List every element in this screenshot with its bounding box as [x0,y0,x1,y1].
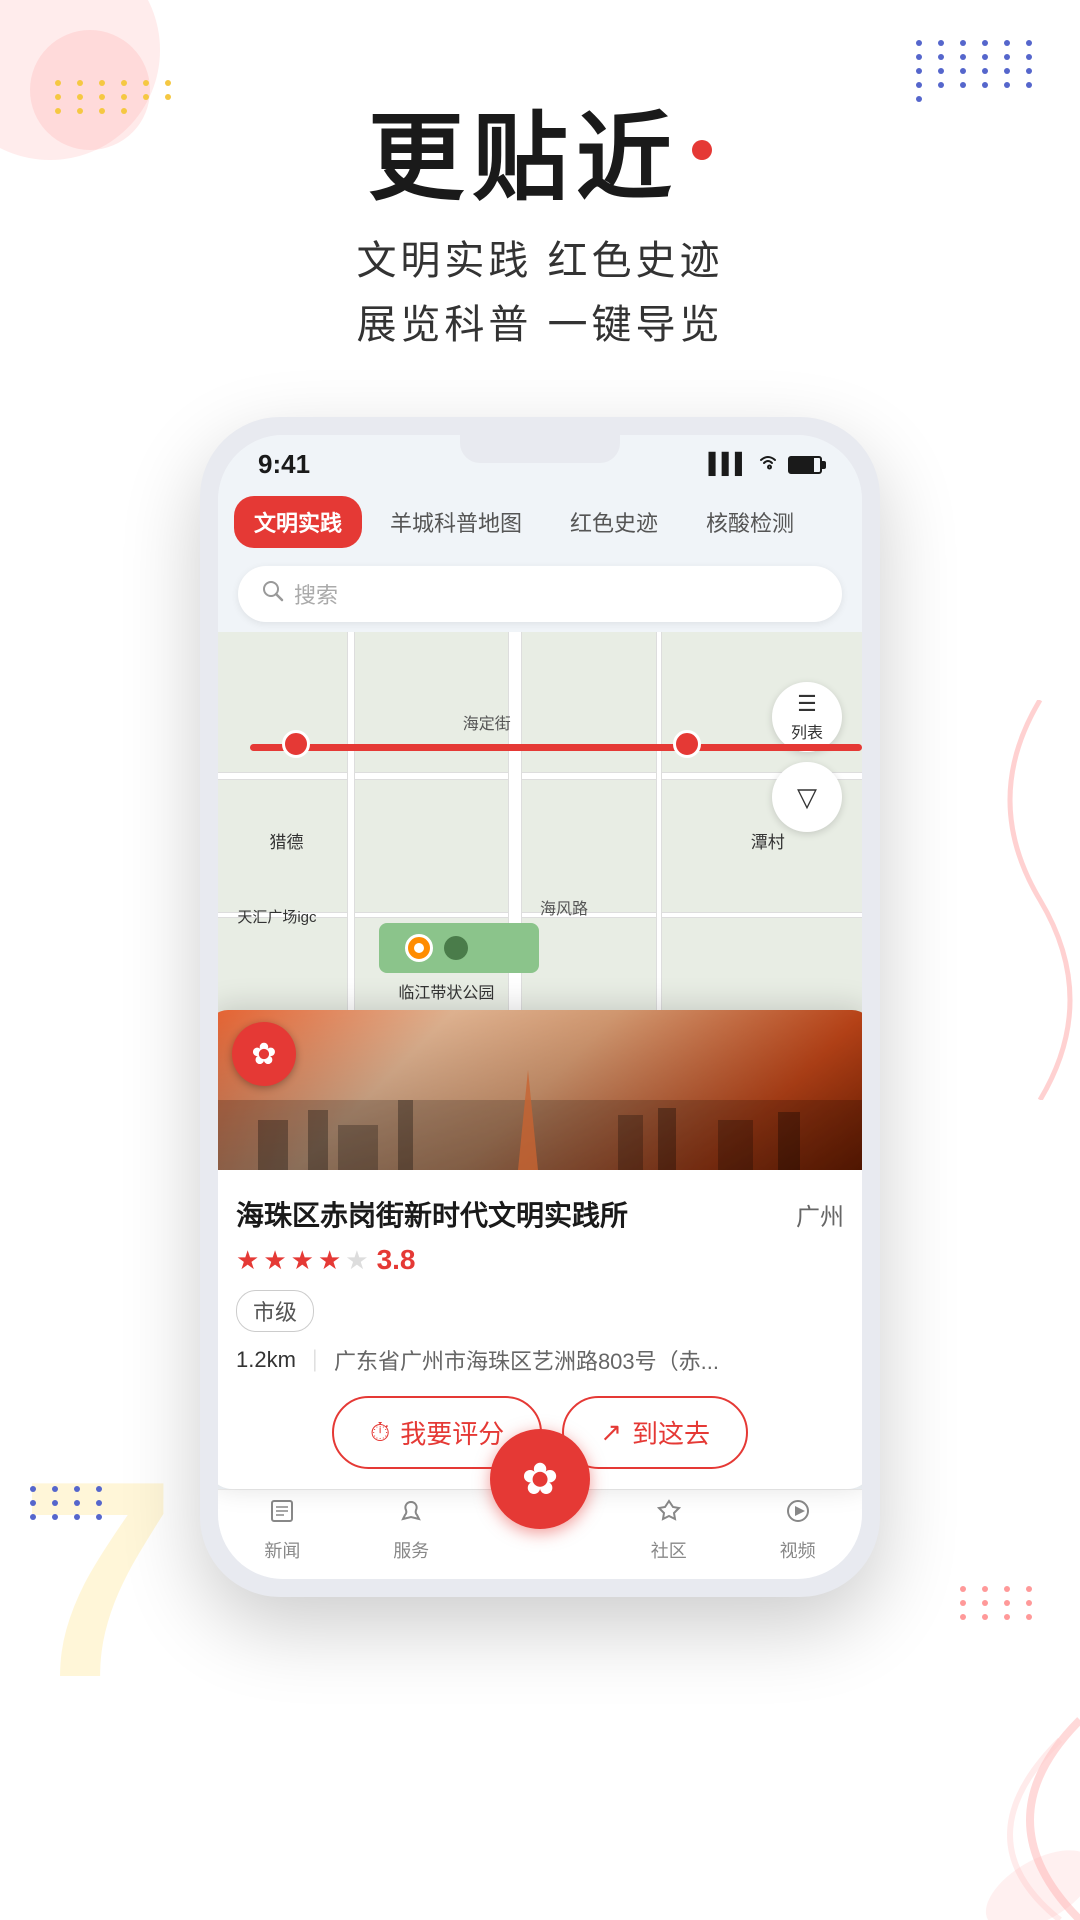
card-level-text: 市级 [236,1290,314,1332]
headline-text: 更贴近 [368,80,680,219]
tab-hejian[interactable]: 核酸检测 [686,496,814,548]
map-list-button[interactable]: ☰ 列表 [772,682,842,752]
subtitle: 文明实践 红色史迹 展览科普 一键导览 [356,229,723,357]
service-label: 服务 [393,1537,429,1563]
status-icons: ▌▌▌ [708,453,822,477]
map-label-liede: 猎德 [270,828,304,853]
phone-mockup: 9:41 ▌▌▌ 文明实践 羊城科普地图 红色史迹 [200,417,880,1597]
tab-bar[interactable]: 文明实践 羊城科普地图 红色史迹 核酸检测 [218,488,862,556]
map-label-park: 临江带状公园 [398,979,494,1003]
battery-icon [788,456,822,474]
card-divider: ｜ [304,1344,326,1376]
tab-hongse[interactable]: 红色史迹 [550,496,678,548]
news-icon [268,1497,296,1533]
nav-item-service[interactable]: 服务 [361,1497,461,1563]
card-rating-number: 3.8 [377,1244,416,1276]
tab-yangcheng[interactable]: 羊城科普地图 [370,496,542,548]
star-2: ★ [263,1245,286,1276]
card-distance: 1.2km [236,1347,296,1373]
map-nav-toggle-button[interactable]: ▽ [772,762,842,832]
card-city: 广州 [796,1197,844,1232]
star-1: ★ [236,1245,259,1276]
navigate-button[interactable]: ↗ 到这去 [562,1396,748,1469]
map-label-haidingstreet: 海定街 [463,710,511,734]
card-title-row: 海珠区赤岗街新时代文明实践所 广州 [236,1194,844,1234]
phone-screen: 9:41 ▌▌▌ 文明实践 羊城科普地图 红色史迹 [218,435,862,1579]
card-address-text: 广东省广州市海珠区艺洲路803号（赤... [334,1344,719,1376]
tab-wenming[interactable]: 文明实践 [234,496,362,548]
card-title: 海珠区赤岗街新时代文明实践所 [236,1194,628,1234]
wifi-icon [756,453,780,477]
video-icon [784,1497,812,1533]
star-3: ★ [291,1245,314,1276]
community-icon [655,1497,683,1533]
video-label: 视频 [780,1537,816,1563]
list-icon: ☰ [797,691,817,717]
nav-item-video[interactable]: 视频 [748,1497,848,1563]
map-location-marker [405,934,433,962]
main-content: 更贴近 文明实践 红色史迹 展览科普 一键导览 9:41 ▌▌▌ [0,0,1080,1597]
search-bar[interactable]: 搜索 [238,566,842,622]
map-metro-line-red [250,744,862,751]
nav-toggle-icon: ▽ [797,782,817,813]
rate-icon: ⏱ [370,1417,390,1449]
map-label-tancun: 潭村 [751,828,785,853]
map-park [379,923,539,973]
location-detail-card[interactable]: ✿ 海珠区赤岗街新时代文明实践所 广州 ★ ★ [218,1010,862,1489]
card-logo-icon: ✿ [251,1037,276,1072]
skyline-svg [218,1070,862,1170]
card-logo-circle: ✿ [232,1022,296,1086]
status-time: 9:41 [258,449,310,480]
map-label-tianhui: 天汇广场igc [237,906,316,927]
card-level-badge: 市级 [236,1290,844,1344]
headline: 更贴近 [368,80,712,219]
service-icon [397,1497,425,1533]
phone-notch [460,435,620,463]
phone-mockup-wrapper: 9:41 ▌▌▌ 文明实践 羊城科普地图 红色史迹 [200,417,880,1597]
map-label-haifengroad: 海风路 [540,895,588,919]
nav-item-community[interactable]: 社区 [619,1497,719,1563]
float-btn-icon: ✿ [522,1454,559,1505]
card-stars: ★ ★ ★ ★ ★ [236,1245,369,1276]
community-label: 社区 [651,1537,687,1563]
decor-pink-curve [780,1620,1080,1920]
rate-label: 我要评分 [400,1414,504,1451]
navigate-icon: ↗ [600,1417,622,1448]
card-address: 1.2km ｜ 广东省广州市海珠区艺洲路803号（赤... [236,1344,844,1376]
map-station-2 [673,730,701,758]
nav-item-news[interactable]: 新闻 [232,1497,332,1563]
card-image: ✿ [218,1010,862,1170]
star-5: ★ [345,1245,368,1276]
search-placeholder: 搜索 [294,578,338,610]
navigate-label: 到这去 [632,1414,710,1451]
map-road-main-h1 [218,772,862,780]
center-float-button[interactable]: ✿ [490,1429,590,1529]
star-4: ★ [318,1245,341,1276]
card-rating-row: ★ ★ ★ ★ ★ 3.8 [236,1244,844,1276]
signal-bars-icon: ▌▌▌ [708,453,748,476]
headline-dot [692,140,712,160]
news-label: 新闻 [264,1537,300,1563]
search-icon [262,580,284,608]
